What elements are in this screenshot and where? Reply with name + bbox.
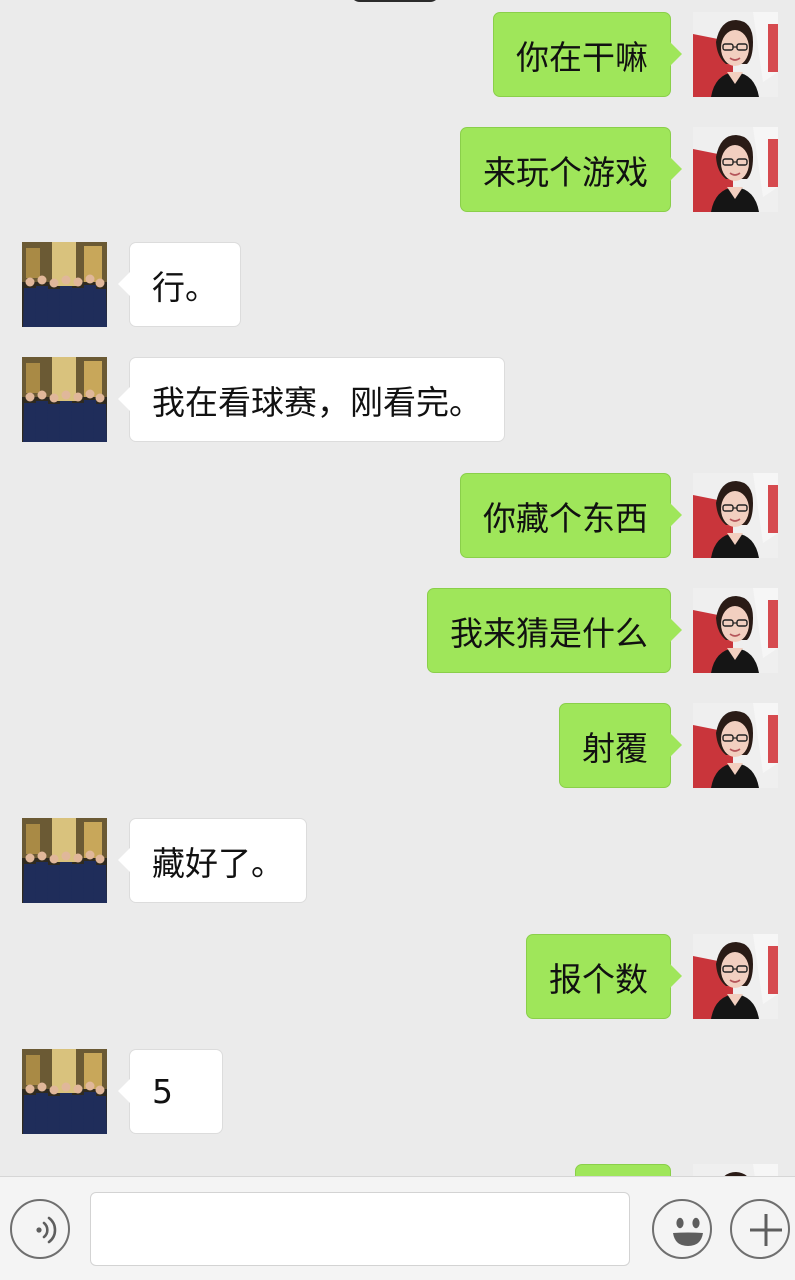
message-sent: 你在干嘛 (493, 12, 778, 97)
message-bubble[interactable]: 你在干嘛 (493, 12, 682, 97)
avatar-contact[interactable] (22, 1049, 107, 1134)
emoji-button[interactable] (652, 1199, 712, 1259)
more-button[interactable] (730, 1199, 790, 1259)
avatar-me[interactable] (693, 473, 778, 558)
voice-icon (36, 1216, 57, 1244)
message-input[interactable] (90, 1192, 630, 1266)
message-sent: 射覆 (559, 703, 778, 788)
message-received: 藏好了。 (22, 818, 307, 903)
message-bubble[interactable]: 我来猜是什么 (427, 588, 682, 673)
avatar-me[interactable] (693, 127, 778, 212)
message-bubble[interactable]: 5 (118, 1049, 223, 1134)
message-received: 5 (22, 1049, 223, 1134)
message-sent: 报个数 (526, 934, 778, 1019)
message-bubble[interactable] (575, 1164, 671, 1176)
message-bubble[interactable]: 报个数 (526, 934, 682, 1019)
chat-screen: 你在干嘛 来玩个游戏 行。 我在看球赛，刚看完。 你藏个东西 我来猜是什么 射覆 (0, 0, 795, 1280)
plus-icon (750, 1214, 782, 1246)
avatar-me[interactable] (693, 1164, 778, 1176)
message-bubble[interactable]: 来玩个游戏 (460, 127, 682, 212)
avatar-contact[interactable] (22, 357, 107, 442)
message-sent-partial (575, 1164, 778, 1176)
message-bubble[interactable]: 射覆 (559, 703, 682, 788)
message-bubble[interactable]: 我在看球赛，刚看完。 (118, 357, 505, 442)
avatar-contact[interactable] (22, 242, 107, 327)
avatar-me[interactable] (693, 588, 778, 673)
avatar-me[interactable] (693, 934, 778, 1019)
message-bubble[interactable]: 行。 (118, 242, 241, 327)
message-bubble[interactable]: 藏好了。 (118, 818, 307, 903)
voice-button[interactable] (10, 1199, 70, 1259)
avatar-contact[interactable] (22, 818, 107, 903)
message-list[interactable]: 你在干嘛 来玩个游戏 行。 我在看球赛，刚看完。 你藏个东西 我来猜是什么 射覆 (0, 0, 795, 1176)
message-received: 我在看球赛，刚看完。 (22, 357, 505, 442)
avatar-me[interactable] (693, 12, 778, 97)
avatar-me[interactable] (693, 703, 778, 788)
message-bubble[interactable]: 你藏个东西 (460, 473, 682, 558)
message-sent: 我来猜是什么 (427, 588, 778, 673)
message-sent: 来玩个游戏 (460, 127, 778, 212)
message-received: 行。 (22, 242, 241, 327)
input-bar (0, 1176, 795, 1280)
emoji-icon (673, 1217, 703, 1246)
message-sent: 你藏个东西 (460, 473, 778, 558)
